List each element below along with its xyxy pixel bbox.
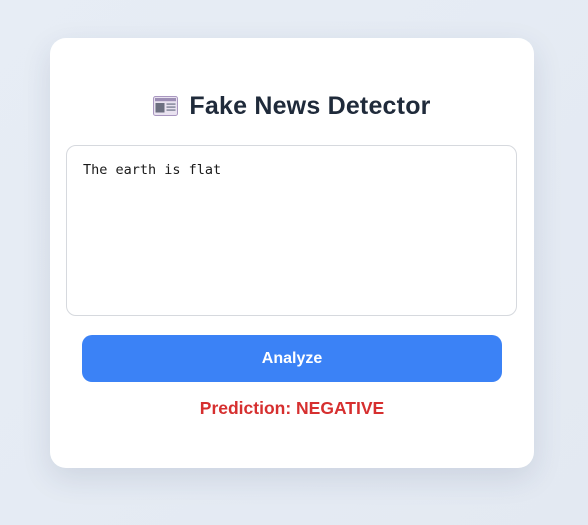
news-text-input[interactable]: The earth is flat bbox=[66, 145, 517, 316]
page-title: Fake News Detector bbox=[189, 91, 431, 120]
prediction-result: Prediction: NEGATIVE bbox=[199, 398, 385, 418]
detector-card: Fake News Detector The earth is flat Ana… bbox=[50, 38, 534, 468]
newspaper-icon bbox=[153, 96, 179, 116]
analyze-button[interactable]: Analyze bbox=[82, 335, 502, 382]
header: Fake News Detector bbox=[50, 90, 534, 122]
